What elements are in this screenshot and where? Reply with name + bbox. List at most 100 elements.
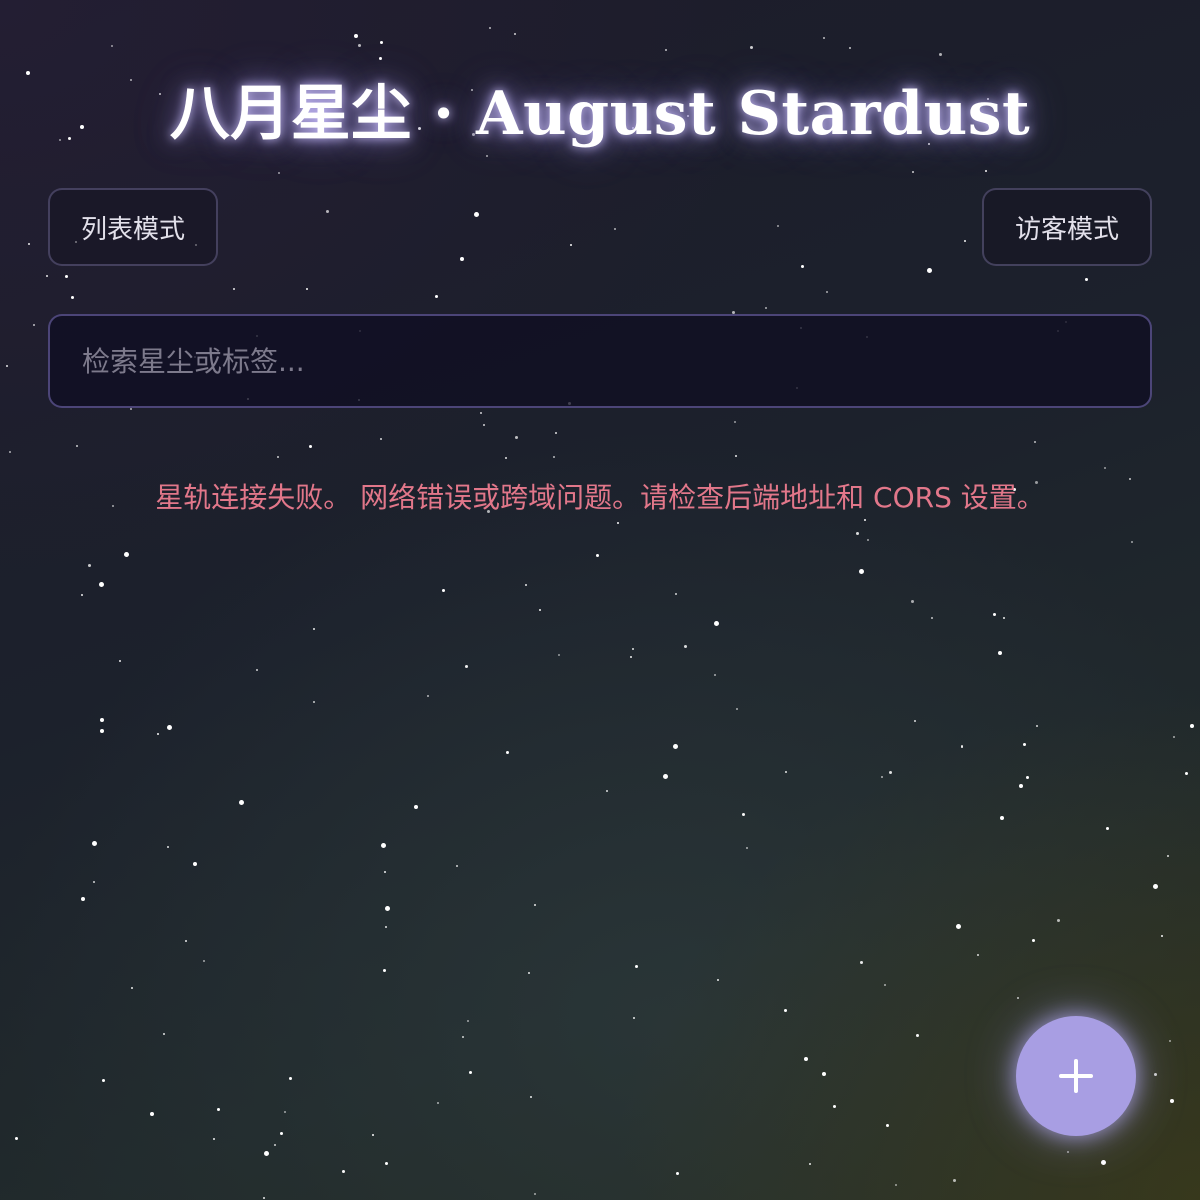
- star-dot: [505, 750, 509, 754]
- star-dot: [414, 805, 418, 809]
- star-dot: [313, 628, 315, 630]
- star-dot: [1152, 883, 1158, 889]
- star-dot: [961, 746, 963, 748]
- star-dot: [1105, 826, 1109, 830]
- star-dot: [895, 1184, 897, 1186]
- star-dot: [385, 926, 387, 928]
- star-dot: [91, 840, 97, 846]
- star-dot: [1190, 724, 1194, 728]
- star-dot: [277, 456, 279, 458]
- star-dot: [384, 905, 390, 911]
- star-dot: [1173, 736, 1175, 738]
- add-stardust-button[interactable]: [1016, 1016, 1136, 1136]
- star-dot: [632, 648, 634, 650]
- star-dot: [914, 720, 916, 722]
- star-dot: [131, 987, 133, 989]
- star-dot: [717, 979, 719, 981]
- error-message: 星轨连接失败。 网络错误或跨域问题。请检查后端地址和 CORS 设置。: [155, 481, 1045, 514]
- star-dot: [630, 656, 632, 658]
- star-dot: [167, 846, 169, 848]
- star-dot: [46, 275, 48, 277]
- star-dot: [713, 620, 719, 626]
- star-dot: [6, 365, 8, 367]
- star-dot: [263, 1197, 265, 1199]
- search-box: [48, 314, 1152, 408]
- star-dot: [714, 674, 716, 676]
- star-dot: [9, 451, 11, 453]
- star-dot: [427, 695, 429, 697]
- star-dot: [1022, 742, 1026, 746]
- star-dot: [889, 771, 892, 774]
- star-dot: [98, 581, 104, 587]
- star-dot: [308, 444, 312, 448]
- star-dot: [1017, 997, 1019, 999]
- star-dot: [238, 799, 244, 805]
- star-dot: [665, 49, 667, 51]
- list-mode-button[interactable]: 列表模式: [48, 188, 218, 266]
- star-dot: [480, 412, 482, 414]
- star-dot: [81, 594, 83, 596]
- star-dot: [1084, 277, 1088, 281]
- star-dot: [926, 267, 932, 273]
- star-dot: [826, 291, 828, 293]
- star-dot: [977, 954, 979, 956]
- star-dot: [384, 871, 386, 873]
- star-dot: [70, 295, 74, 299]
- star-dot: [992, 612, 996, 616]
- star-dot: [100, 718, 104, 722]
- star-dot: [163, 1033, 165, 1035]
- star-dot: [555, 432, 557, 434]
- guest-mode-button[interactable]: 访客模式: [982, 188, 1152, 266]
- star-dot: [614, 228, 616, 230]
- star-dot: [675, 593, 677, 595]
- plus-icon: [1058, 1058, 1094, 1094]
- star-dot: [313, 701, 315, 703]
- star-dot: [633, 1017, 635, 1019]
- star-dot: [326, 210, 329, 213]
- star-dot: [384, 1161, 388, 1165]
- star-dot: [558, 654, 560, 656]
- star-dot: [881, 776, 883, 778]
- star-dot: [1057, 919, 1060, 922]
- star-dot: [166, 724, 172, 730]
- star-dot: [111, 45, 113, 47]
- star-dot: [456, 865, 458, 867]
- star-dot: [288, 1076, 292, 1080]
- star-dot: [380, 438, 382, 440]
- star-dot: [675, 1171, 679, 1175]
- star-dot: [1154, 1073, 1157, 1076]
- star-dot: [858, 568, 864, 574]
- star-dot: [462, 1036, 464, 1038]
- star-dot: [570, 244, 572, 246]
- star-dot: [28, 243, 30, 245]
- star-dot: [734, 421, 736, 423]
- star-dot: [998, 651, 1002, 655]
- star-dot: [939, 53, 942, 56]
- star-dot: [216, 1107, 220, 1111]
- star-dot: [473, 211, 479, 217]
- star-dot: [735, 455, 737, 457]
- star-dot: [595, 553, 599, 557]
- star-dot: [1036, 725, 1038, 727]
- star-dot: [380, 842, 386, 848]
- star-dot: [911, 600, 914, 603]
- star-dot: [437, 1102, 439, 1104]
- star-dot: [1000, 816, 1004, 820]
- star-dot: [849, 47, 851, 49]
- star-dot: [306, 288, 308, 290]
- star-dot: [823, 37, 825, 39]
- star-dot: [284, 1111, 286, 1113]
- star-dot: [800, 264, 804, 268]
- star-dot: [1167, 855, 1169, 857]
- star-dot: [33, 324, 35, 326]
- star-dot: [278, 172, 280, 174]
- star-dot: [185, 940, 187, 942]
- star-dot: [1025, 775, 1029, 779]
- star-dot: [1019, 784, 1023, 788]
- star-dot: [372, 1134, 374, 1136]
- star-dot: [539, 609, 541, 611]
- star-dot: [662, 773, 668, 779]
- star-dot: [483, 424, 485, 426]
- star-dot: [777, 225, 779, 227]
- search-input[interactable]: [50, 316, 1150, 406]
